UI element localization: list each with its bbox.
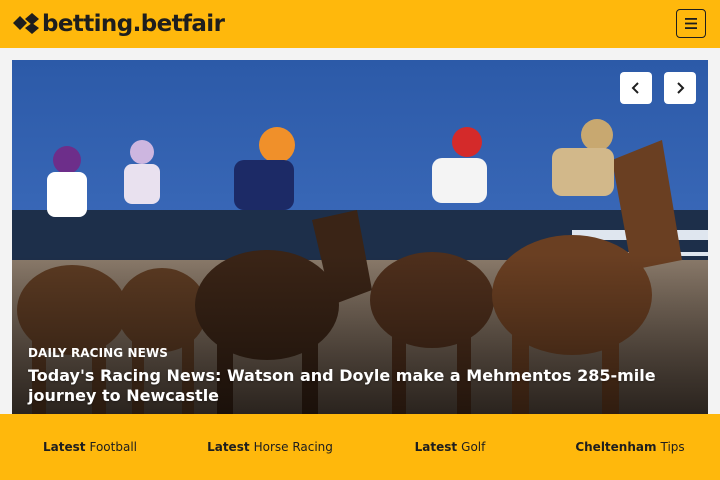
menu-button[interactable] — [676, 9, 706, 38]
chevron-right-icon — [677, 82, 685, 94]
nav-item-label: Football — [89, 440, 137, 454]
nav-item-label: Horse Racing — [253, 440, 333, 454]
nav-item-bold: Latest — [207, 440, 250, 454]
top-bar: betting.betfair — [0, 0, 720, 48]
nav-latest-horse-racing[interactable]: Latest Horse Racing — [180, 414, 360, 480]
nav-cheltenham-tips[interactable]: Cheltenham Tips — [540, 414, 720, 480]
nav-item-label: Golf — [461, 440, 486, 454]
article-headline[interactable]: Today's Racing News: Watson and Doyle ma… — [28, 366, 698, 406]
nav-latest-football[interactable]: Latest Football — [0, 414, 180, 480]
betfair-arrows-icon — [13, 13, 39, 34]
nav-item-bold: Latest — [414, 440, 458, 454]
hero-caption: DAILY RACING NEWS Today's Racing News: W… — [28, 346, 698, 406]
carousel-prev-button[interactable] — [620, 72, 652, 104]
logo-text: betting.betfair — [42, 11, 225, 37]
carousel-next-button[interactable] — [664, 72, 696, 104]
nav-latest-golf[interactable]: Latest Golf — [360, 414, 540, 480]
chevron-left-icon — [631, 82, 639, 94]
nav-item-bold: Latest — [42, 440, 86, 454]
bottom-nav: Latest Football Latest Horse Racing Late… — [0, 414, 720, 480]
article-category[interactable]: DAILY RACING NEWS — [28, 346, 698, 360]
betfair-logo[interactable]: betting.betfair — [13, 10, 225, 38]
hamburger-menu-icon — [685, 18, 697, 29]
nav-item-bold: Cheltenham — [575, 440, 657, 454]
nav-item-label: Tips — [660, 440, 685, 454]
